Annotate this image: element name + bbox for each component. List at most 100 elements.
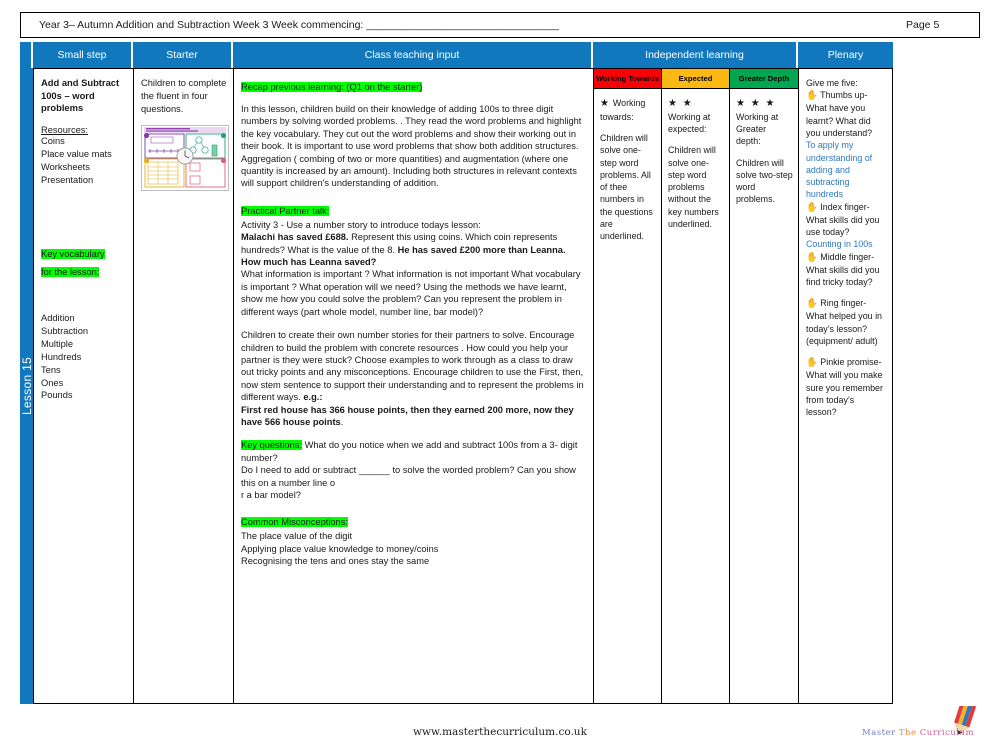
key-questions-line-2: Do I need to add or subtract ______ to s… <box>241 465 576 488</box>
vocabulary-item: Ones <box>41 377 64 388</box>
plenary-item-text: Index finger- What skills did you use to… <box>806 201 880 238</box>
cell-class-teaching-input: Recap previous learning: (Q1 on the star… <box>233 68 593 704</box>
partner-talk-intro: Activity 3 - Use a number story to intro… <box>241 219 481 230</box>
resource-item: Worksheets <box>41 161 90 172</box>
stars-expected: ★ ★ Working at expected: <box>668 98 711 135</box>
key-questions-line-3: r a bar model? <box>241 489 301 500</box>
vocabulary-item: Pounds <box>41 390 73 401</box>
footer-website-url: www.masterthecurriculum.co.uk <box>413 726 587 738</box>
partner-talk-heading: Practical Partner talk: <box>241 205 330 216</box>
plenary-intro: Give me five: <box>806 78 858 88</box>
vocabulary-item: Multiple <box>41 339 74 350</box>
plenary-item: ✋ Pinkie promise- What will you make sur… <box>806 356 886 418</box>
pencil-logo-icon <box>954 701 977 735</box>
band-header-expected: Expected <box>662 69 729 89</box>
logo-word-master: Master <box>862 728 896 738</box>
number-stories-body: Children to create their own number stor… <box>241 329 587 428</box>
stars-working-towards: ★ Working towards: <box>600 98 646 122</box>
fluent-in-four-worksheet-thumbnail <box>141 125 229 192</box>
plenary-item: ✋ Ring finger- What helped you in today’… <box>806 297 886 347</box>
cell-plenary: Give me five: ✋ Thumbs up- What have you… <box>798 68 893 704</box>
page-header-bar: Year 3– Autumn Addition and Subtraction … <box>20 12 980 38</box>
hand-icon: ✋ <box>806 251 818 263</box>
resource-item: Place value mats <box>41 148 112 159</box>
key-vocabulary-block: Key vocabulary for the lesson: <box>41 244 127 280</box>
small-step-title: Add and Subtract 100s – word problems <box>41 77 120 114</box>
plenary-item: ✋ Thumbs up- What have you learnt? What … <box>806 89 886 139</box>
starter-instruction: Children to complete the fluent in four … <box>141 78 227 114</box>
lesson-spine: Lesson 15 <box>19 68 34 704</box>
page-number: Page 5 <box>906 19 940 31</box>
resource-item: Presentation <box>41 174 94 185</box>
problem-bold-1: Malachi has saved £688. <box>241 232 349 243</box>
key-questions-heading: Key questions: <box>241 440 302 451</box>
key-questions-line-1: Key questions: What do you notice when w… <box>241 439 587 464</box>
hand-icon: ✋ <box>806 357 818 369</box>
table-body-row: Lesson 15 Add and Subtract 100s – word p… <box>20 68 980 704</box>
misconceptions-heading: Common Misconceptions: <box>241 517 348 528</box>
lesson-plan-table: Small step Starter Class teaching input … <box>20 42 980 704</box>
header-spine-spacer <box>20 42 33 68</box>
hand-icon: ✋ <box>806 201 818 213</box>
misconception-item: Applying place value knowledge to money/… <box>241 543 439 554</box>
misconceptions-block: Common Misconceptions: The place value o… <box>241 512 587 567</box>
key-questions-block: Key questions: What do you notice when w… <box>241 439 587 501</box>
misconception-item: The place value of the digit <box>241 531 353 542</box>
stories-text: Children to create their own number stor… <box>241 330 584 403</box>
cell-starter: Children to complete the fluent in four … <box>133 68 233 704</box>
partner-talk-questions: What information is important ? What inf… <box>241 269 581 317</box>
key-vocabulary-heading-line1: Key vocabulary <box>41 249 105 260</box>
logo-wordmark: Master The Curriculum <box>862 728 974 738</box>
number-stories-block: Children to create their own number stor… <box>241 329 587 428</box>
master-the-curriculum-logo: Master The Curriculum <box>862 701 992 748</box>
independent-column-greater-depth: Greater Depth ★ ★ ★ Working at Greater d… <box>730 69 798 703</box>
misconception-item: Recognising the tens and ones stay the s… <box>241 556 430 567</box>
header-starter: Starter <box>133 42 233 68</box>
band-lead-greater-depth: Working at Greater depth: <box>736 111 779 147</box>
vocabulary-list: Addition Subtraction Multiple Hundreds T… <box>41 312 127 402</box>
band-lead-expected: Working at expected: <box>668 111 711 135</box>
hand-icon: ✋ <box>806 90 818 102</box>
vocabulary-item: Tens <box>41 364 61 375</box>
band-body-working-towards: Children will solve one-step word proble… <box>600 133 653 242</box>
recap-block: Recap previous learning: (Q1 on the star… <box>241 77 587 190</box>
resource-item: Coins <box>41 136 65 147</box>
partner-talk-problem: Malachi has saved £688. Represent this u… <box>241 231 587 268</box>
plenary-item: ✋ Index finger- What skills did you use … <box>806 201 886 239</box>
plenary-item: ✋ Middle finger- What skills did you fin… <box>806 251 886 289</box>
recap-body: In this lesson, children build on their … <box>241 104 582 189</box>
partner-talk-block: Practical Partner talk: Activity 3 - Use… <box>241 201 587 318</box>
independent-column-expected: Expected ★ ★ Working at expected: Childr… <box>662 69 730 703</box>
header-class-teaching-input: Class teaching input <box>233 42 593 68</box>
hand-icon: ✋ <box>806 298 818 310</box>
lesson-number-label: Lesson 15 <box>19 356 34 416</box>
eg-label: e.g.: <box>303 392 323 403</box>
eg-period: . <box>340 416 344 427</box>
plenary-item-text: Ring finger- What helped you in today’s … <box>806 298 882 346</box>
header-plenary: Plenary <box>798 42 893 68</box>
worksheet-thumbnail-graphic <box>142 126 228 191</box>
plenary-item-text: Pinkie promise- What will you make sure … <box>806 357 883 418</box>
band-body-expected: Children will solve one-step word proble… <box>668 145 719 230</box>
recap-heading: Recap previous learning: (Q1 on the star… <box>241 82 423 92</box>
header-independent-learning: Independent learning <box>593 42 798 68</box>
lesson-plan-page: Year 3– Autumn Addition and Subtraction … <box>0 0 1000 750</box>
vocabulary-item: Hundreds <box>41 351 82 362</box>
cell-small-step: Add and Subtract 100s – word problems Re… <box>33 68 133 704</box>
plenary-item-text: Middle finger- What skills did you find … <box>806 251 880 287</box>
cell-independent-learning: Working Towards ★ Working towards: Child… <box>593 68 798 704</box>
band-body-greater-depth: Children will solve two-step word proble… <box>736 157 793 205</box>
independent-column-working-towards: Working Towards ★ Working towards: Child… <box>594 69 662 703</box>
table-header-row: Small step Starter Class teaching input … <box>20 42 980 68</box>
header-small-step: Small step <box>33 42 133 68</box>
key-vocabulary-heading-line2: for the lesson: <box>41 267 100 278</box>
plenary-item-answer: To apply my understanding of adding and … <box>806 140 873 200</box>
band-header-working-towards: Working Towards <box>594 69 661 89</box>
eg-example: First red house has 366 house points, th… <box>241 404 574 427</box>
resources-heading: Resources: <box>41 125 89 136</box>
stars-greater-depth: ★ ★ ★ <box>736 98 776 109</box>
vocabulary-item: Subtraction <box>41 326 89 337</box>
vocabulary-item: Addition <box>41 313 75 324</box>
band-header-greater-depth: Greater Depth <box>730 69 798 89</box>
logo-word-the: The <box>898 728 917 738</box>
